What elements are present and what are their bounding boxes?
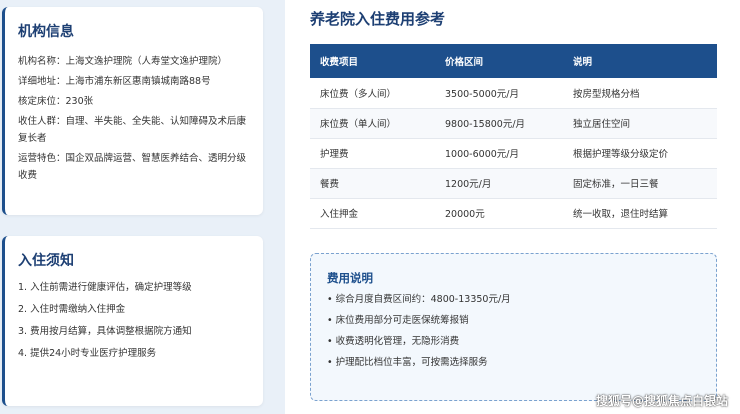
table-cell: 3500-5000元/月 <box>435 78 563 109</box>
info-row-address: 详细地址：上海市浦东新区惠南镇城南路88号 <box>18 76 211 87</box>
info-row-beds: 核定床位：230张 <box>18 96 94 107</box>
table-row: 床位费（单人间） 9800-15800元/月 独立居住空间 <box>310 108 717 139</box>
notice-item: 3. 费用按月结算，具体调整根据院方通知 <box>18 326 192 337</box>
description-item: 收费透明化管理，无隐形消费 <box>327 336 716 348</box>
notice-card: 入住须知 1. 入住前需进行健康评估，确定护理等级 2. 入住时需缴纳入住押金 … <box>2 236 263 406</box>
table-cell: 9800-15800元/月 <box>435 108 563 139</box>
table-row: 护理费 1000-6000元/月 根据护理等级分级定价 <box>310 138 717 169</box>
fee-table: 收费项目 价格区间 说明 床位费（多人间） 3500-5000元/月 按房型规格… <box>310 44 717 229</box>
table-row: 床位费（多人间） 3500-5000元/月 按房型规格分档 <box>310 78 717 109</box>
notice-item: 4. 提供24小时专业医疗护理服务 <box>18 348 157 359</box>
description-item: 综合月度自费区间约：4800-13350元/月 <box>327 294 716 306</box>
table-cell: 独立居住空间 <box>563 108 717 139</box>
notice-title: 入住须知 <box>18 253 74 269</box>
table-header-row: 收费项目 价格区间 说明 <box>310 44 717 78</box>
table-cell: 固定标准，一日三餐 <box>563 168 717 199</box>
table-cell: 床位费（单人间） <box>310 108 435 139</box>
right-panel: 养老院入住费用参考 收费项目 价格区间 说明 床位费（多人间） 3500-500… <box>285 0 740 414</box>
table-cell: 1000-6000元/月 <box>435 138 563 169</box>
fee-description-box: 费用说明 综合月度自费区间约：4800-13350元/月 床位费用部分可走医保统… <box>310 253 717 401</box>
table-cell: 按房型规格分档 <box>563 78 717 109</box>
watermark: 搜狐号@搜狐焦点白银站 <box>595 394 728 408</box>
notice-list: 1. 入住前需进行健康评估，确定护理等级 2. 入住时需缴纳入住押金 3. 费用… <box>18 282 263 360</box>
column-header: 说明 <box>563 44 717 78</box>
table-row: 餐费 1200元/月 固定标准，一日三餐 <box>310 168 717 199</box>
description-title: 费用说明 <box>327 271 373 285</box>
info-title: 机构信息 <box>18 24 74 40</box>
column-header: 价格区间 <box>435 44 563 78</box>
table-cell: 护理费 <box>310 138 435 169</box>
table-cell: 20000元 <box>435 198 563 229</box>
institution-info-card: 机构信息 机构名称：上海文逸护理院（人寿堂文逸护理院） 详细地址：上海市浦东新区… <box>2 7 263 215</box>
table-row: 入住押金 20000元 统一收取，退住时结算 <box>310 198 717 229</box>
info-row-features: 运营特色：国企双品牌运营、智慧医养结合、透明分级收费 <box>18 153 247 181</box>
table-cell: 根据护理等级分级定价 <box>563 138 717 169</box>
info-row-residents: 收住人群：自理、半失能、全失能、认知障碍及术后康复长者 <box>18 116 247 144</box>
notice-item: 1. 入住前需进行健康评估，确定护理等级 <box>18 282 192 293</box>
description-item: 护理配比档位丰富，可按需选择服务 <box>327 357 716 369</box>
info-row-name: 机构名称：上海文逸护理院（人寿堂文逸护理院） <box>18 56 228 67</box>
description-item: 床位费用部分可走医保统筹报销 <box>327 315 716 327</box>
table-cell: 床位费（多人间） <box>310 78 435 109</box>
notice-item: 2. 入住时需缴纳入住押金 <box>18 304 126 315</box>
info-rows: 机构名称：上海文逸护理院（人寿堂文逸护理院） 详细地址：上海市浦东新区惠南镇城南… <box>18 53 263 184</box>
table-cell: 1200元/月 <box>435 168 563 199</box>
column-header: 收费项目 <box>310 44 435 78</box>
table-cell: 餐费 <box>310 168 435 199</box>
page-title: 养老院入住费用参考 <box>310 10 446 28</box>
table-cell: 入住押金 <box>310 198 435 229</box>
table-cell: 统一收取，退住时结算 <box>563 198 717 229</box>
